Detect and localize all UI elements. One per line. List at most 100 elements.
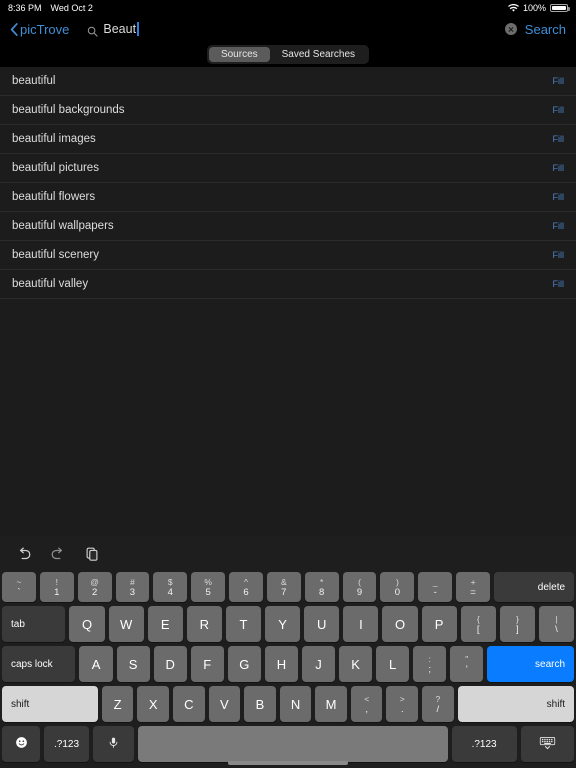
- search-icon: [87, 24, 98, 37]
- list-item[interactable]: beautiful images Fill: [0, 125, 576, 154]
- key-bottom-label: ]: [516, 623, 519, 635]
- search-field[interactable]: Beaut: [87, 22, 504, 37]
- key-3[interactable]: # 3: [115, 572, 150, 602]
- key-label: M: [325, 696, 337, 712]
- fill-button[interactable]: Fill: [553, 279, 565, 289]
- key-k[interactable]: K: [339, 646, 373, 682]
- search-submit-button[interactable]: Search: [525, 22, 566, 37]
- key-top-label: |: [555, 613, 558, 624]
- key-caps-lock[interactable]: caps lock: [2, 646, 76, 682]
- key-microphone[interactable]: [93, 726, 134, 762]
- key-q[interactable]: Q: [69, 606, 105, 642]
- list-item[interactable]: beautiful scenery Fill: [0, 241, 576, 270]
- key-shift-left[interactable]: shift: [2, 686, 98, 722]
- key-4[interactable]: $ 4: [153, 572, 188, 602]
- key-x[interactable]: X: [137, 686, 169, 722]
- key-numeric-left[interactable]: .?123: [44, 726, 90, 762]
- key-2[interactable]: @ 2: [77, 572, 112, 602]
- key-y[interactable]: Y: [265, 606, 301, 642]
- fill-button[interactable]: Fill: [553, 250, 565, 260]
- key-bracket-left[interactable]: { [: [460, 606, 496, 642]
- key-e[interactable]: E: [147, 606, 183, 642]
- key-numeric-right[interactable]: .?123: [451, 726, 517, 762]
- key-delete[interactable]: delete: [493, 572, 575, 602]
- key-8[interactable]: * 8: [304, 572, 339, 602]
- key-a[interactable]: A: [79, 646, 113, 682]
- back-button[interactable]: picTrove: [10, 22, 69, 37]
- tab-sources[interactable]: Sources: [208, 47, 270, 62]
- redo-icon[interactable]: [50, 546, 66, 562]
- empty-area: [0, 299, 576, 536]
- key-i[interactable]: I: [343, 606, 379, 642]
- suggestion-label: beautiful wallpapers: [12, 220, 114, 232]
- key-emoji[interactable]: [2, 726, 41, 762]
- fill-button[interactable]: Fill: [553, 221, 565, 231]
- fill-button[interactable]: Fill: [553, 134, 565, 144]
- key-h[interactable]: H: [264, 646, 298, 682]
- key-semicolon[interactable]: : ;: [413, 646, 447, 682]
- key-top-label: >: [399, 693, 405, 704]
- key-z[interactable]: Z: [101, 686, 134, 722]
- key-comma[interactable]: < ,: [350, 686, 383, 722]
- list-item[interactable]: beautiful valley Fill: [0, 270, 576, 299]
- list-item[interactable]: beautiful pictures Fill: [0, 154, 576, 183]
- key-bracket-right[interactable]: } ]: [499, 606, 535, 642]
- key-7[interactable]: & 7: [266, 572, 301, 602]
- key-d[interactable]: D: [153, 646, 187, 682]
- clear-search-button[interactable]: [504, 23, 517, 35]
- key-search[interactable]: search: [487, 646, 575, 682]
- key-minus[interactable]: _ -: [418, 572, 453, 602]
- key-t[interactable]: T: [225, 606, 262, 642]
- key-c[interactable]: C: [173, 686, 205, 722]
- navigation-bar: picTrove Beaut Search: [0, 16, 576, 42]
- key-o[interactable]: O: [382, 606, 418, 642]
- key-n[interactable]: N: [279, 686, 312, 722]
- keyboard-toolbar: [2, 536, 574, 572]
- key-top-label: @: [90, 576, 99, 587]
- key-j[interactable]: J: [301, 646, 336, 682]
- key-tilde[interactable]: ~ `: [2, 572, 36, 602]
- key-period[interactable]: > .: [386, 686, 419, 722]
- tab-saved-searches[interactable]: Saved Searches: [270, 47, 367, 62]
- key-m[interactable]: M: [315, 686, 347, 722]
- suggestion-label: beautiful flowers: [12, 191, 96, 203]
- key-v[interactable]: V: [208, 686, 241, 722]
- key-backslash[interactable]: | \: [538, 606, 575, 642]
- key-6[interactable]: ^ 6: [229, 572, 263, 602]
- paste-icon[interactable]: [84, 546, 100, 562]
- key-b[interactable]: B: [244, 686, 276, 722]
- list-item[interactable]: beautiful Fill: [0, 67, 576, 96]
- keyboard-row-numbers: ~ ` ! 1 @ 2 # 3 $ 4 % 5 ^ 6 & 7 * 8 (9 …: [2, 572, 575, 602]
- key-w[interactable]: W: [108, 606, 144, 642]
- key-dismiss-keyboard[interactable]: [520, 726, 575, 762]
- key-1[interactable]: ! 1: [39, 572, 74, 602]
- key-top-label: <: [364, 693, 370, 704]
- key-quote[interactable]: " ': [450, 646, 484, 682]
- key-equals[interactable]: + =: [456, 572, 490, 602]
- key-f[interactable]: F: [190, 646, 224, 682]
- key-u[interactable]: U: [304, 606, 340, 642]
- key-shift-right[interactable]: shift: [457, 686, 574, 722]
- list-item[interactable]: beautiful wallpapers Fill: [0, 212, 576, 241]
- key-9[interactable]: ( 9: [342, 572, 377, 602]
- key-0[interactable]: ) 0: [380, 572, 415, 602]
- key-label: B: [255, 696, 265, 712]
- fill-button[interactable]: Fill: [553, 163, 565, 173]
- key-p[interactable]: P: [421, 606, 457, 642]
- key-tab[interactable]: tab: [2, 606, 66, 642]
- key-g[interactable]: G: [227, 646, 261, 682]
- list-item[interactable]: beautiful backgrounds Fill: [0, 96, 576, 125]
- fill-button[interactable]: Fill: [553, 192, 565, 202]
- fill-button[interactable]: Fill: [553, 76, 565, 86]
- fill-button[interactable]: Fill: [553, 105, 565, 115]
- key-s[interactable]: S: [116, 646, 150, 682]
- undo-icon[interactable]: [16, 546, 32, 562]
- key-r[interactable]: R: [186, 606, 222, 642]
- key-5[interactable]: % 5: [191, 572, 226, 602]
- list-item[interactable]: beautiful flowers Fill: [0, 183, 576, 212]
- key-space[interactable]: [137, 726, 448, 762]
- key-slash[interactable]: ? /: [422, 686, 454, 722]
- search-input[interactable]: Beaut: [103, 22, 139, 36]
- key-top-label: ^: [243, 576, 248, 587]
- key-l[interactable]: L: [376, 646, 410, 682]
